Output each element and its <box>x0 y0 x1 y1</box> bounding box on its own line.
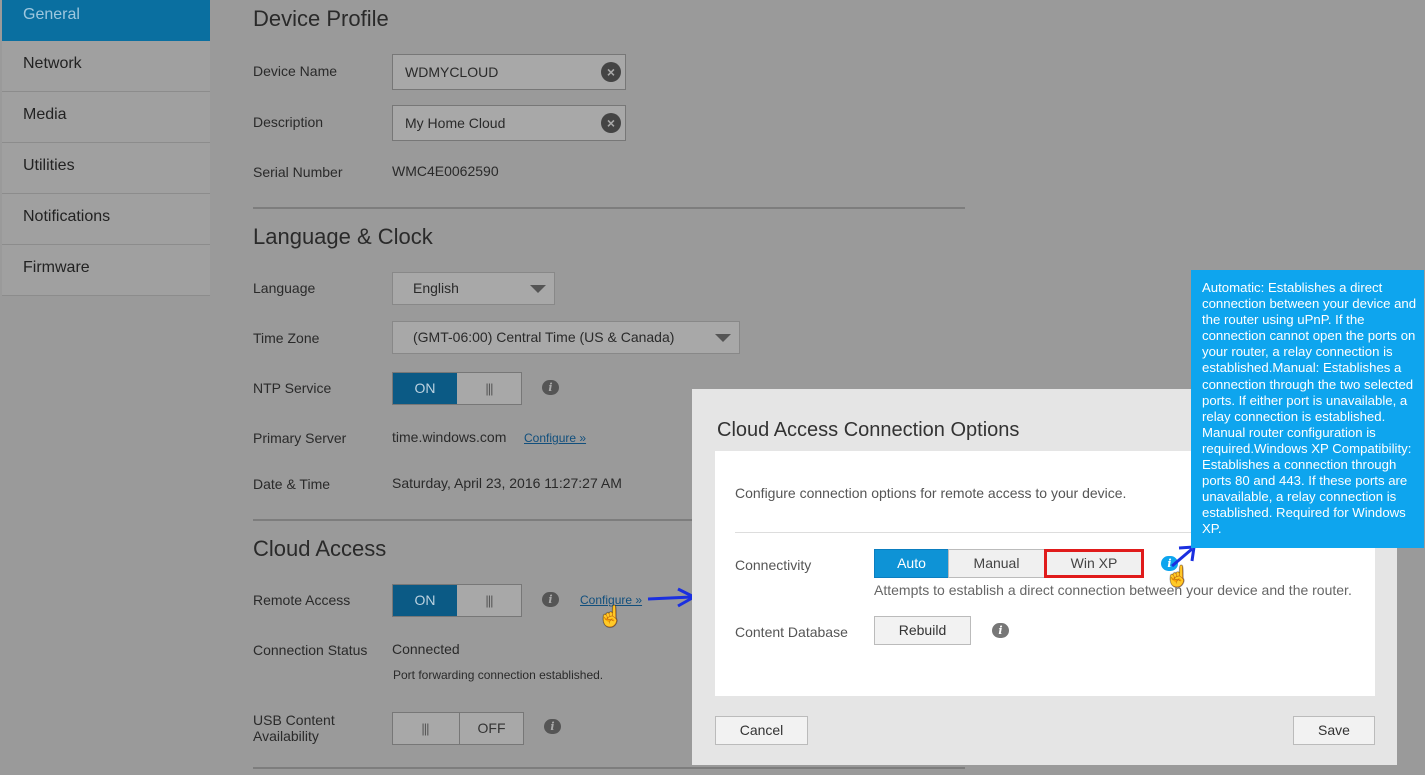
device-name-field[interactable]: WDMYCLOUD × <box>392 54 626 90</box>
toggle-on-label: ON <box>393 373 457 404</box>
content-database-label: Content Database <box>735 624 848 640</box>
connection-status-label: Connection Status <box>253 642 368 658</box>
sidebar-item-utilities[interactable]: Utilities <box>2 143 210 194</box>
option-winxp-button[interactable]: Win XP <box>1044 549 1144 578</box>
toggle-on-label: ON <box>393 585 457 616</box>
date-time-value: Saturday, April 23, 2016 11:27:27 AM <box>392 475 622 491</box>
ntp-service-label: NTP Service <box>253 380 332 396</box>
sidebar-item-network[interactable]: Network <box>2 41 210 92</box>
info-icon[interactable]: i <box>542 592 559 607</box>
remote-access-toggle[interactable]: ON ||| <box>392 584 522 617</box>
connectivity-tooltip: Automatic: Establishes a direct connecti… <box>1191 270 1424 548</box>
rebuild-button[interactable]: Rebuild <box>874 616 971 645</box>
serial-number-label: Serial Number <box>253 164 343 180</box>
timezone-select[interactable]: (GMT-06:00) Central Time (US & Canada) <box>392 321 740 354</box>
sidebar-item-label: General <box>23 6 80 23</box>
sidebar-item-label: Utilities <box>23 157 75 174</box>
description-value: My Home Cloud <box>405 115 506 131</box>
connectivity-hint: Attempts to establish a direct connectio… <box>874 582 1352 598</box>
sidebar-item-media[interactable]: Media <box>2 92 210 143</box>
info-icon[interactable]: i <box>992 623 1009 638</box>
connection-status-detail: Port forwarding connection established. <box>393 668 604 682</box>
timezone-value: (GMT-06:00) Central Time (US & Canada) <box>413 329 675 345</box>
annotation-arrow-icon <box>647 587 698 608</box>
info-icon[interactable]: i <box>544 719 561 734</box>
timezone-label: Time Zone <box>253 330 320 346</box>
toggle-grip-icon: ||| <box>421 721 429 736</box>
connection-status-value: Connected <box>392 641 460 657</box>
option-manual-button[interactable]: Manual <box>948 549 1045 578</box>
tooltip-text: Automatic: Establishes a direct connecti… <box>1202 280 1417 537</box>
cloud-access-heading: Cloud Access <box>253 536 387 561</box>
toggle-grip-icon: ||| <box>485 381 493 396</box>
sidebar-item-label: Media <box>23 106 67 123</box>
usb-content-toggle[interactable]: ||| OFF <box>392 712 524 745</box>
toggle-grip-icon: ||| <box>485 593 493 608</box>
sidebar-item-firmware[interactable]: Firmware <box>2 245 210 296</box>
description-field[interactable]: My Home Cloud × <box>392 105 626 141</box>
device-name-label: Device Name <box>253 63 338 79</box>
dialog-title: Cloud Access Connection Options <box>717 419 1020 441</box>
hand-cursor-icon: ☝ <box>598 606 623 628</box>
sidebar: General Network Media Utilities Notifica… <box>2 0 210 296</box>
sidebar-item-general[interactable]: General <box>2 0 210 41</box>
sidebar-item-label: Firmware <box>23 259 90 276</box>
sidebar-item-label: Notifications <box>23 208 111 225</box>
language-select[interactable]: English <box>392 272 555 305</box>
section-divider <box>253 767 965 769</box>
ntp-service-toggle[interactable]: ON ||| <box>392 372 522 405</box>
language-value: English <box>413 280 459 296</box>
connectivity-label: Connectivity <box>735 557 812 573</box>
description-label: Description <box>253 114 324 130</box>
device-name-value: WDMYCLOUD <box>405 64 499 80</box>
language-clock-heading: Language & Clock <box>253 224 433 249</box>
language-label: Language <box>253 280 316 296</box>
dialog-description: Configure connection options for remote … <box>735 485 1127 501</box>
date-time-label: Date & Time <box>253 476 331 492</box>
chevron-down-icon <box>715 334 731 342</box>
device-profile-heading: Device Profile <box>253 6 389 31</box>
toggle-off-label: OFF <box>459 713 523 744</box>
clear-icon[interactable]: × <box>601 113 621 133</box>
option-auto-button[interactable]: Auto <box>874 549 949 578</box>
remote-access-label: Remote Access <box>253 592 351 608</box>
save-button[interactable]: Save <box>1293 716 1375 745</box>
serial-number-value: WMC4E0062590 <box>392 163 499 179</box>
usb-content-label-line1: USB Content <box>253 712 335 728</box>
usb-content-label-line2: Availability <box>253 728 319 744</box>
section-divider <box>253 207 965 209</box>
sidebar-item-label: Network <box>23 55 82 72</box>
info-icon[interactable]: i <box>542 380 559 395</box>
chevron-down-icon <box>530 285 546 293</box>
primary-server-value: time.windows.com <box>392 429 507 445</box>
primary-server-label: Primary Server <box>253 430 347 446</box>
clear-icon[interactable]: × <box>601 62 621 82</box>
sidebar-item-notifications[interactable]: Notifications <box>2 194 210 245</box>
cancel-button[interactable]: Cancel <box>715 716 808 745</box>
ntp-configure-link[interactable]: Configure » <box>524 431 586 445</box>
